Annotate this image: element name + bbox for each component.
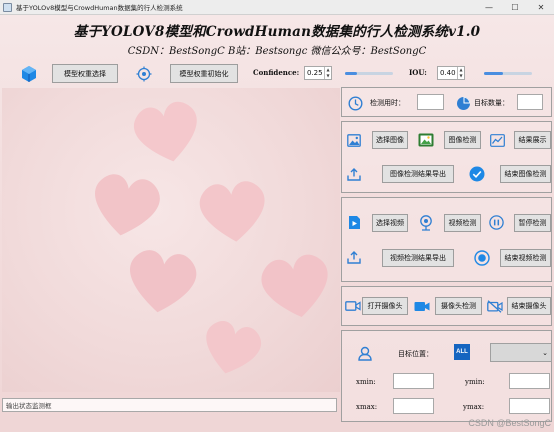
image-display [2, 88, 340, 392]
title-bar: 基于YOLOv8模型与CrowdHuman数据集的行人检测系统 [0, 0, 554, 15]
image-detect-button[interactable]: 图像检测 [444, 131, 481, 149]
status-monitor: 输出状态监测框 [2, 398, 337, 412]
stop-circle-icon [473, 249, 491, 267]
camera-detect-button[interactable]: 摄像头检测 [435, 297, 482, 315]
iou-slider[interactable] [484, 72, 532, 75]
spin-arrows-icon[interactable]: ▲ ▼ [324, 67, 331, 79]
video-file-icon [346, 214, 362, 230]
ymax-label: ymax: [463, 403, 485, 411]
end-image-detect-button[interactable]: 结束图像检测 [500, 165, 551, 183]
pie-chart-icon [454, 94, 472, 112]
select-video-button[interactable]: 选择视频 [372, 214, 408, 232]
export-video-result-button[interactable]: 视频检测结果导出 [382, 249, 454, 267]
photo-gallery-icon [417, 132, 434, 148]
heart-decoration [95, 174, 160, 236]
iou-spinbox[interactable]: 0.40 ▲ ▼ [437, 66, 465, 80]
target-icon [134, 64, 154, 84]
time-field [417, 94, 444, 110]
spin-arrows-icon[interactable]: ▲ ▼ [457, 67, 464, 79]
page-subtitle: CSDN：BestSongC B站：Bestsongc 微信公众号：BestSo… [127, 46, 427, 57]
confidence-slider[interactable] [345, 72, 393, 75]
cube-icon [19, 64, 39, 84]
target-position-label: 目标位置： [398, 350, 433, 358]
xmin-label: xmin: [356, 378, 376, 386]
iou-label: IOU: [409, 68, 427, 77]
xmin-field [393, 373, 434, 389]
watermark: CSDN @BestSongC [468, 418, 551, 428]
upload-icon [346, 249, 362, 265]
show-result-button[interactable]: 结果展示 [514, 131, 551, 149]
confidence-label: Confidence: [253, 68, 300, 77]
app-icon [3, 2, 12, 12]
confidence-spinbox[interactable]: 0.25 ▲ ▼ [304, 66, 332, 80]
xmax-field [393, 398, 434, 414]
confidence-value: 0.25 [307, 69, 323, 77]
video-detect-button[interactable]: 视频检测 [444, 214, 481, 232]
time-label: 检测用时： [370, 99, 405, 107]
video-camera-icon [345, 298, 361, 314]
camera-off-icon [487, 298, 503, 314]
end-video-detect-button[interactable]: 结束视频检测 [500, 249, 551, 267]
upload-icon [346, 166, 362, 182]
stats-panel: 检测用时： 目标数量： [341, 87, 552, 117]
heart-decoration [130, 250, 197, 313]
end-camera-button[interactable]: 结束摄像头 [507, 297, 551, 315]
heart-decoration [199, 181, 265, 242]
init-weights-button[interactable]: 模型权重初始化 [170, 64, 238, 83]
maximize-button[interactable]: ☐ [502, 0, 528, 15]
user-icon [357, 345, 373, 361]
heart-decoration [206, 321, 262, 374]
camera-panel: 打开摄像头 摄像头检测 结束摄像头 [341, 286, 552, 326]
close-button[interactable]: ✕ [528, 0, 554, 15]
chevron-down-icon: ⌄ [542, 348, 548, 357]
heart-decoration [133, 101, 197, 162]
all-label: ALL [454, 344, 470, 360]
iou-slider-fill [484, 72, 504, 75]
iou-value: 0.40 [440, 69, 456, 77]
line-chart-icon [489, 132, 505, 148]
ymax-field [509, 398, 550, 414]
image-panel: 选择图像 图像检测 结果展示 图像检测结果导出 结束图像检测 [341, 121, 552, 193]
status-placeholder: 输出状态监测框 [6, 402, 52, 410]
app-window: 基于YOLOv8模型与CrowdHuman数据集的行人检测系统 — ☐ ✕ 基于… [0, 0, 554, 432]
minimize-button[interactable]: — [476, 0, 502, 15]
window-title: 基于YOLOv8模型与CrowdHuman数据集的行人检测系统 [16, 4, 183, 12]
heart-decoration [261, 254, 328, 318]
export-image-result-button[interactable]: 图像检测结果导出 [382, 165, 454, 183]
page-title: 基于YOLOV8模型和CrowdHuman数据集的行人检测系统v1.0 [73, 24, 481, 40]
target-panel: 目标位置： ALL ⌄ xmin: ymin: xmax: ymax: [341, 330, 552, 422]
select-image-button[interactable]: 选择图像 [372, 131, 408, 149]
ymin-field [509, 373, 550, 389]
image-icon [346, 132, 362, 148]
video-panel: 选择视频 视频检测 暂停检测 视频检测结果导出 结束视频检测 [341, 197, 552, 282]
ymin-label: ymin: [465, 378, 485, 386]
target-selector[interactable]: ⌄ [490, 343, 552, 362]
xmax-label: xmax: [356, 403, 378, 411]
pause-detect-button[interactable]: 暂停检测 [514, 214, 551, 232]
webcam-icon [417, 214, 434, 231]
count-label: 目标数量： [474, 99, 509, 107]
pause-icon [488, 214, 505, 231]
open-camera-button[interactable]: 打开摄像头 [362, 297, 408, 315]
check-circle-icon [468, 165, 486, 183]
count-field [517, 94, 543, 110]
confidence-slider-fill [345, 72, 357, 75]
clock-icon [346, 94, 364, 112]
select-weights-button[interactable]: 模型权重选择 [52, 64, 118, 83]
camera-filled-icon [414, 298, 430, 314]
